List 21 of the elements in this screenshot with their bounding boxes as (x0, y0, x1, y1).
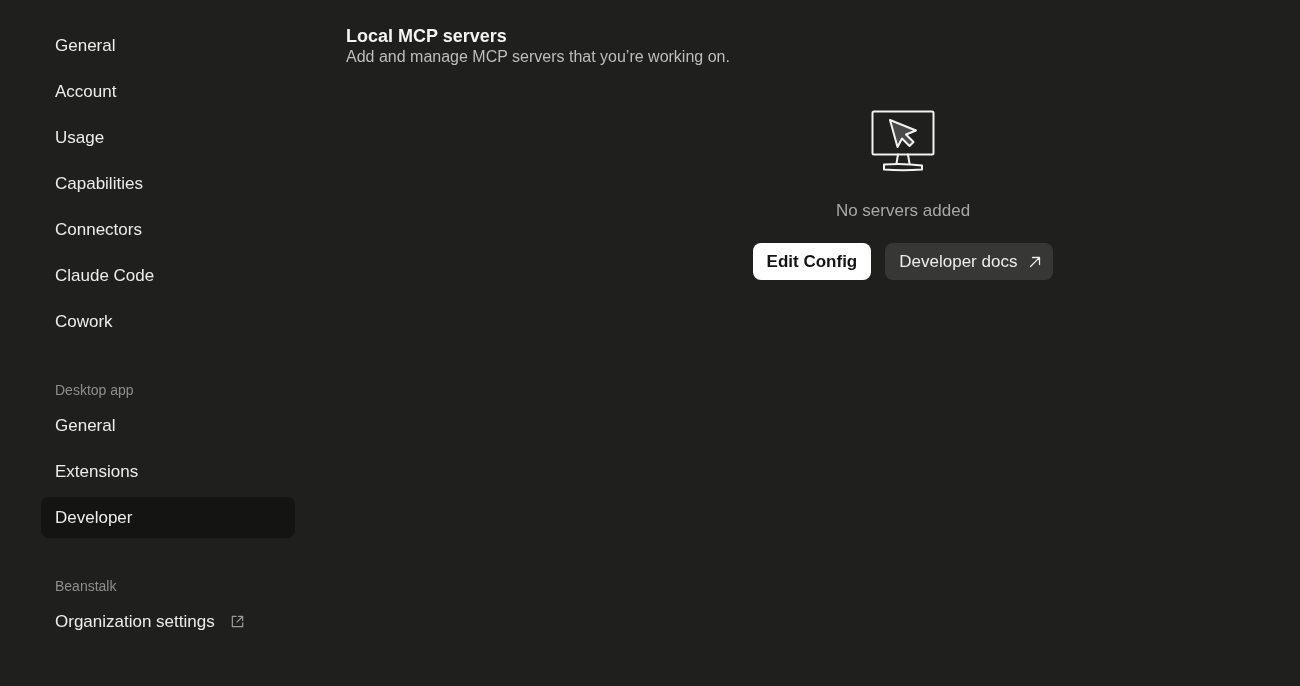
page-description: Add and manage MCP servers that you’re working on. (346, 47, 731, 67)
sidebar-item[interactable]: Cowork (41, 301, 295, 342)
sidebar-item[interactable]: General (41, 25, 295, 66)
sidebar-item[interactable]: Claude Code (41, 255, 295, 296)
edit-config-button[interactable]: Edit Config (752, 243, 872, 280)
sidebar-item[interactable]: Usage (41, 117, 295, 158)
monitor-cursor-icon (871, 110, 935, 172)
sidebar-item[interactable]: Extensions (41, 451, 295, 492)
section-heading: Desktop app (54, 381, 135, 400)
empty-state-message: No servers added (835, 200, 971, 222)
sidebar-item[interactable]: Account (41, 71, 295, 112)
sidebar-item[interactable]: Capabilities (41, 163, 295, 204)
docs-link-button[interactable]: Developer docs (885, 243, 1054, 280)
sidebar-item[interactable]: General (41, 405, 295, 446)
sidebar-item[interactable]: Connectors (41, 209, 295, 250)
sidebar-item[interactable]: Organization settings (41, 601, 295, 642)
arrow-up-right-icon (1029, 255, 1042, 268)
section-heading: Beanstalk (54, 577, 118, 596)
sidebar-item[interactable]: Developer (41, 497, 295, 538)
page-title: Local MCP servers (346, 25, 508, 47)
external-link-icon (229, 614, 245, 629)
